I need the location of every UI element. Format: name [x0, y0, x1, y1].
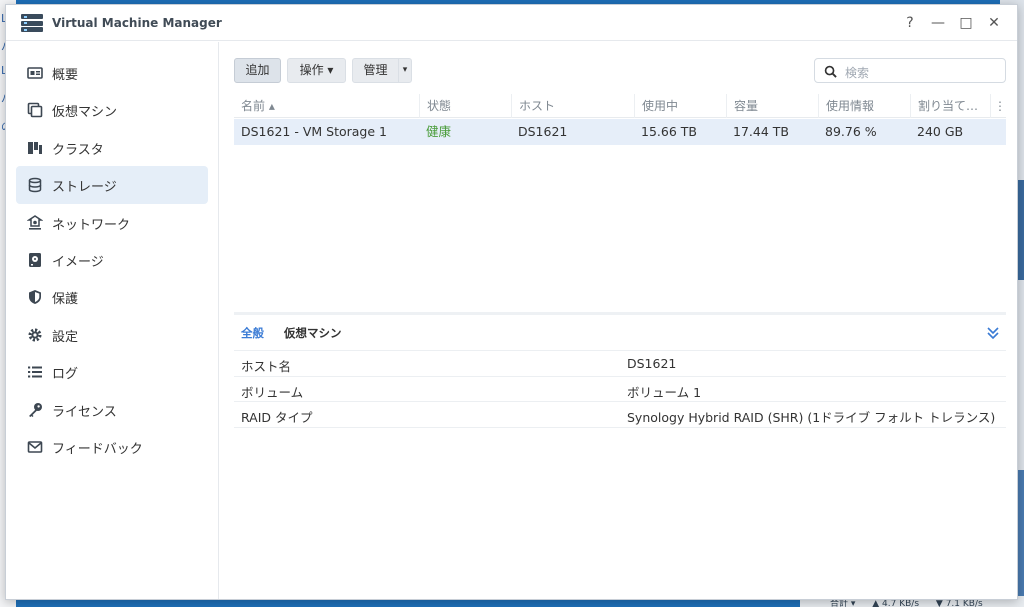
column-header-usage[interactable]: 使用情報 — [818, 94, 910, 118]
column-options-icon[interactable]: ⋮ — [990, 94, 1006, 118]
sidebar-item-feedback[interactable]: フィードバック — [16, 428, 208, 465]
detail-table: ホスト名 DS1621 ボリューム ボリューム 1 RAID タイプ Synol… — [234, 350, 1006, 428]
overview-icon — [27, 67, 43, 79]
column-header-allocated[interactable]: 割り当て… — [910, 94, 990, 118]
window-title: Virtual Machine Manager — [52, 16, 222, 30]
sidebar: 概要 仮想マシン クラスタ ストレージ ネットワーク イメージ 保護 設定 ログ… — [6, 42, 219, 599]
cell-used: 15.66 TB — [641, 124, 697, 139]
sidebar-item-label: 仮想マシン — [52, 105, 118, 121]
manage-button[interactable]: 管理 — [352, 58, 399, 83]
table-header: 名前 ▴ 状態 ホスト 使用中 容量 使用情報 割り当て… ⋮ — [234, 94, 1006, 118]
cell-usage: 89.76 % — [825, 124, 877, 139]
help-button[interactable]: ? — [900, 13, 920, 33]
cell-allocated: 240 GB — [917, 124, 964, 139]
detail-value: Synology Hybrid RAID (SHR) (1ドライブ フォルト ト… — [627, 410, 996, 425]
cell-name: DS1621 - VM Storage 1 — [241, 124, 387, 139]
sidebar-item-settings[interactable]: 設定 — [16, 316, 208, 353]
sidebar-item-log[interactable]: ログ — [16, 353, 208, 390]
cluster-icon — [28, 141, 42, 154]
detail-row-volume: ボリューム ボリューム 1 — [234, 377, 1006, 402]
detail-key: RAID タイプ — [241, 410, 313, 425]
network-icon — [27, 214, 43, 230]
vmm-app-icon — [21, 13, 43, 33]
cell-status: 健康 — [426, 124, 452, 139]
cell-capacity: 17.44 TB — [733, 124, 789, 139]
sidebar-item-cluster[interactable]: クラスタ — [16, 129, 208, 166]
image-icon — [29, 252, 41, 267]
sidebar-item-network[interactable]: ネットワーク — [16, 204, 208, 241]
cell-host: DS1621 — [518, 124, 568, 139]
vmm-window: Virtual Machine Manager ? — □ ✕ 概要 仮想マシン… — [5, 4, 1018, 600]
sidebar-item-image[interactable]: イメージ — [16, 241, 208, 278]
column-header-status[interactable]: 状態 — [419, 94, 511, 118]
tab-virtual-machines[interactable]: 仮想マシン — [284, 325, 342, 341]
main-panel: 追加 操作 ▾ 管理 ▾ 検索 名前 ▴ 状態 ホスト 使用中 容量 使用情報 … — [220, 42, 1017, 599]
taskbar-total[interactable]: 合計 ▾ — [830, 599, 855, 607]
maximize-button[interactable]: □ — [956, 13, 976, 33]
close-button[interactable]: ✕ — [984, 13, 1004, 33]
log-list-icon — [28, 366, 42, 378]
storage-icon — [28, 177, 42, 193]
sidebar-item-label: クラスタ — [52, 142, 104, 158]
sidebar-item-label: ストレージ — [52, 180, 117, 196]
sidebar-item-label: 概要 — [52, 68, 79, 83]
detail-panel: 全般 仮想マシン ホスト名 DS1621 ボリューム ボリューム 1 RAID … — [234, 312, 1006, 428]
sidebar-item-label: ライセンス — [52, 404, 117, 420]
sidebar-item-overview[interactable]: 概要 — [16, 54, 208, 91]
column-header-host[interactable]: ホスト — [511, 94, 634, 118]
column-header-used[interactable]: 使用中 — [634, 94, 726, 118]
tab-general[interactable]: 全般 — [241, 325, 264, 341]
sidebar-item-label: ネットワーク — [52, 217, 131, 233]
detail-key: ボリューム — [241, 384, 304, 400]
sidebar-item-label: 設定 — [52, 329, 79, 345]
add-button[interactable]: 追加 — [234, 58, 281, 83]
table-row[interactable]: DS1621 - VM Storage 1 健康 DS1621 15.66 TB… — [234, 119, 1006, 145]
sidebar-item-license[interactable]: ライセンス — [16, 391, 208, 428]
column-header-capacity[interactable]: 容量 — [726, 94, 818, 118]
sidebar-item-label: イメージ — [52, 254, 104, 270]
sidebar-item-label: 保護 — [52, 292, 79, 308]
key-icon — [29, 402, 42, 417]
sidebar-item-label: ログ — [52, 367, 79, 383]
sidebar-item-virtual-machines[interactable]: 仮想マシン — [16, 91, 208, 128]
gear-icon — [28, 328, 42, 342]
operation-dropdown-button[interactable]: 操作 ▾ — [287, 58, 346, 83]
shield-icon — [29, 290, 41, 305]
detail-row-hostname: ホスト名 DS1621 — [234, 351, 1006, 377]
detail-row-raid-type: RAID タイプ Synology Hybrid RAID (SHR) (1ドラ… — [234, 402, 1006, 428]
sidebar-item-label: フィードバック — [52, 441, 143, 457]
search-input[interactable]: 検索 — [814, 58, 1006, 83]
detail-key: ホスト名 — [241, 359, 292, 374]
virtual-machine-icon — [27, 103, 43, 118]
minimize-button[interactable]: — — [928, 13, 948, 33]
title-bar[interactable]: Virtual Machine Manager ? — □ ✕ — [6, 5, 1017, 41]
mail-icon — [27, 441, 43, 453]
manage-dropdown-arrow[interactable]: ▾ — [398, 58, 412, 83]
detail-value: ボリューム 1 — [627, 384, 702, 400]
sidebar-item-storage[interactable]: ストレージ — [16, 166, 208, 204]
search-icon — [824, 65, 837, 78]
sidebar-item-protection[interactable]: 保護 — [16, 278, 208, 315]
column-header-name[interactable]: 名前 ▴ — [234, 94, 419, 118]
collapse-chevron-icon[interactable] — [986, 326, 1000, 340]
taskbar-download: ▼ 7.1 KB/s — [935, 599, 983, 607]
detail-value: DS1621 — [627, 356, 677, 371]
taskbar-upload: ▲ 4.7 KB/s — [872, 599, 920, 607]
search-placeholder: 検索 — [845, 66, 870, 80]
